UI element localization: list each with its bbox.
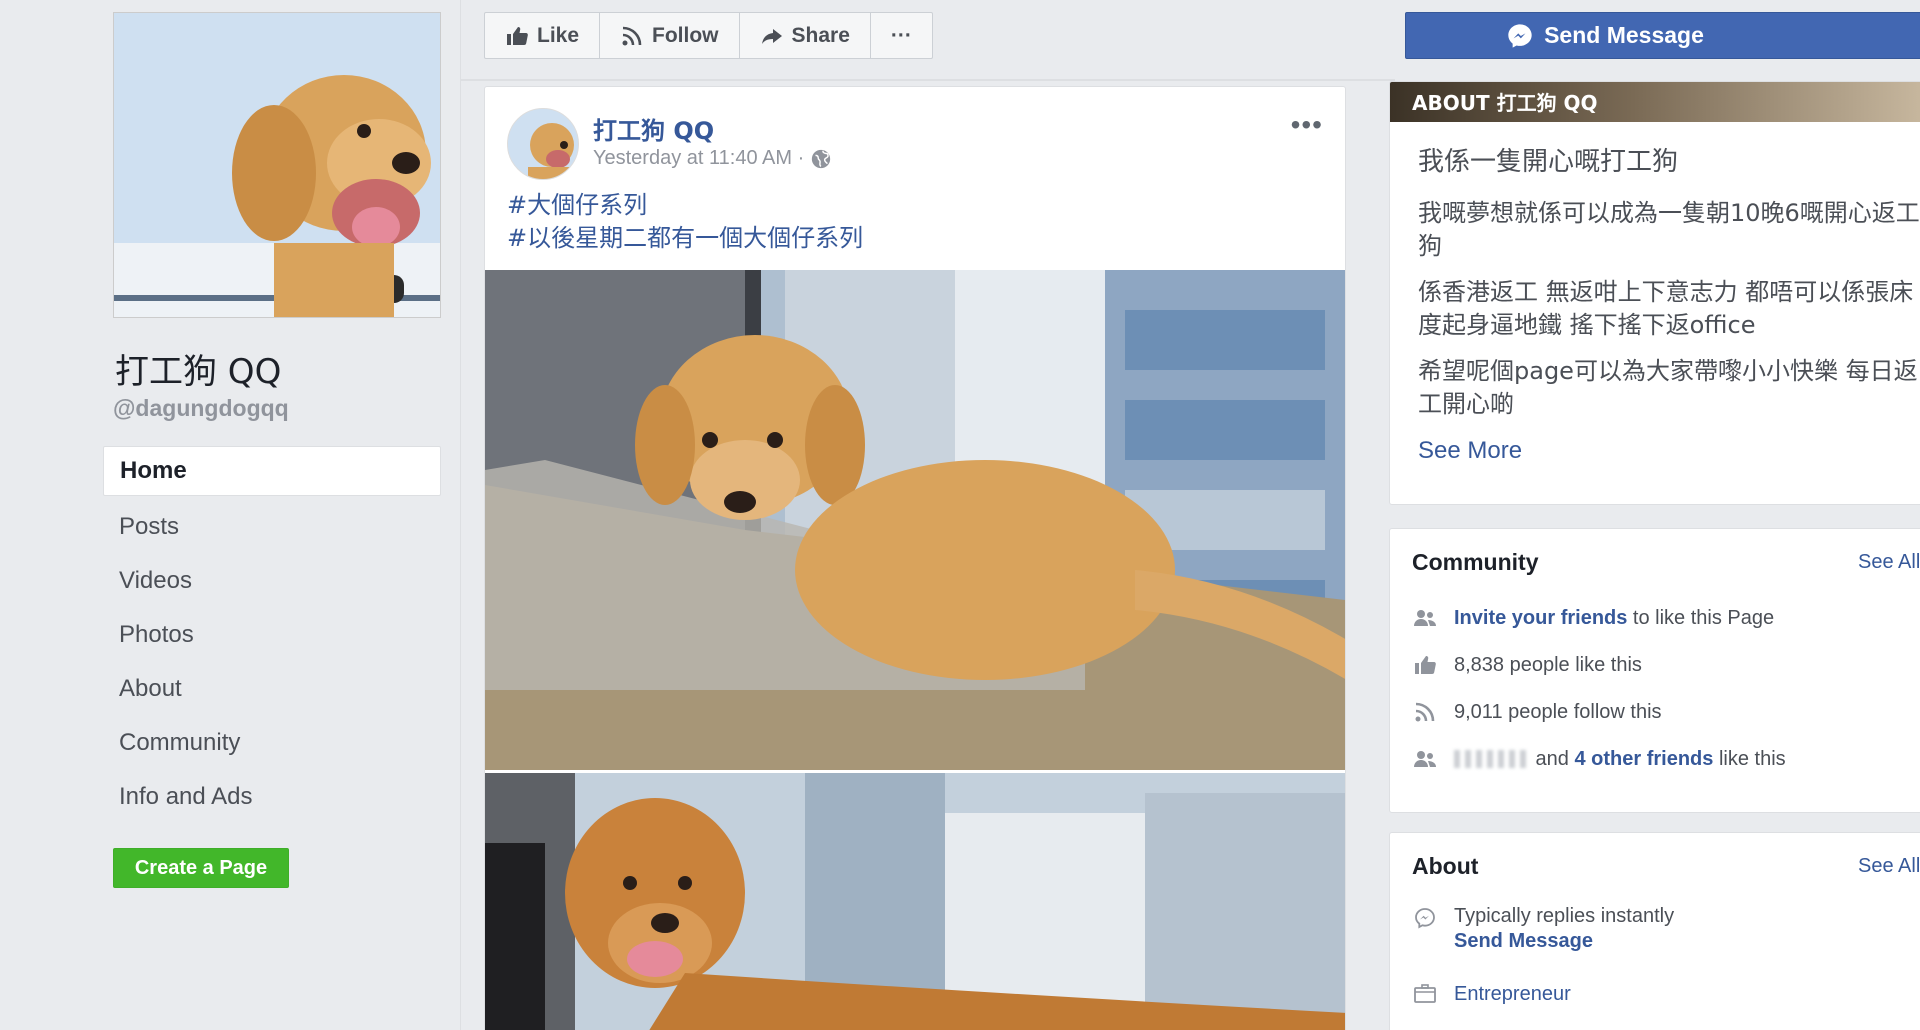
left-sidebar: 打工狗 QQ @dagungdogqq Home Posts Videos Ph… [0, 0, 460, 1030]
invite-friends-row: Invite your friends to like this Page [1412, 605, 1774, 631]
share-button[interactable]: Share [740, 13, 871, 58]
about-description: 我係一隻開心嘅打工狗 我嘅夢想就係可以成為一隻朝10晚6嘅開心返工狗 係香港返工… [1418, 146, 1920, 467]
thumbs-up-icon [1412, 652, 1438, 678]
category-link[interactable]: Entrepreneur [1454, 983, 1571, 1006]
post-author-avatar[interactable] [507, 108, 579, 180]
friends-like-text: and 4 other friends like this [1454, 748, 1786, 771]
nav-item-videos[interactable]: Videos [103, 554, 441, 608]
page-nav: Home Posts Videos Photos About Community… [103, 446, 441, 824]
other-friends-link[interactable]: 4 other friends [1574, 748, 1713, 770]
briefcase-icon [1412, 981, 1438, 1007]
follow-button[interactable]: Follow [600, 13, 740, 58]
about-header: ABOUT 打工狗 QQ [1412, 90, 1598, 115]
see-more-link[interactable]: See More [1418, 434, 1920, 467]
share-arrow-icon [761, 28, 782, 44]
about-send-message-link[interactable]: Send Message [1454, 930, 1674, 953]
like-button[interactable]: Like [485, 13, 601, 58]
community-title: Community [1412, 549, 1539, 575]
follows-row: 9,011 people follow this [1412, 699, 1662, 725]
nav-item-info-and-ads[interactable]: Info and Ads [103, 770, 441, 824]
more-options-button[interactable]: ··· [871, 13, 932, 58]
globe-icon [812, 149, 831, 168]
post-timestamp[interactable]: Yesterday at 11:40 AM · [593, 147, 832, 170]
about-paragraph: 我嘅夢想就係可以成為一隻朝10晚6嘅開心返工狗 [1418, 199, 1920, 260]
about-headline: 我係一隻開心嘅打工狗 [1418, 147, 1679, 177]
post-author-name[interactable]: 打工狗 QQ [593, 111, 714, 146]
likes-row: 8,838 people like this [1412, 652, 1642, 678]
puppy-photo [114, 13, 440, 317]
friends-rest: like this [1713, 747, 1786, 770]
send-message-label: Send Message [1544, 22, 1704, 48]
share-label: Share [791, 23, 850, 47]
post-photo[interactable] [485, 270, 1345, 770]
invite-friends-link[interactable]: Invite your friends [1454, 607, 1627, 629]
replies-text-block: Typically replies instantly Send Message [1454, 905, 1674, 953]
nav-item-posts[interactable]: Posts [103, 500, 441, 554]
people-icon [1412, 605, 1438, 631]
more-label: ··· [890, 23, 912, 47]
puppy-on-windowsill-photo [485, 270, 1345, 770]
people-icon [1412, 746, 1438, 772]
post-time-text: Yesterday at 11:40 AM · [593, 147, 805, 169]
about-see-all-link[interactable]: See All [1858, 855, 1920, 878]
post-photo[interactable] [485, 773, 1345, 1030]
blurred-friend-name [1454, 750, 1526, 769]
thumbs-up-icon [507, 26, 528, 45]
nav-item-home[interactable]: Home [103, 446, 441, 496]
post-card: 打工狗 QQ Yesterday at 11:40 AM · ••• #大個仔系… [484, 86, 1346, 1030]
page-action-bar: Like Follow Share ··· [484, 12, 933, 59]
messenger-icon [1508, 23, 1532, 48]
nav-item-photos[interactable]: Photos [103, 608, 441, 662]
nav-item-about[interactable]: About [103, 662, 441, 716]
about-title: About [1412, 853, 1479, 879]
messenger-outline-icon [1412, 905, 1438, 931]
post-options-menu[interactable]: ••• [1291, 109, 1323, 141]
likes-count[interactable]: 8,838 people like this [1454, 654, 1642, 677]
avatar-image [508, 109, 578, 179]
friends-and: and [1530, 747, 1575, 770]
follows-count[interactable]: 9,011 people follow this [1454, 701, 1662, 724]
hashtag-link[interactable]: #以後星期二都有一個大個仔系列 [507, 222, 863, 255]
about-paragraph: 係香港返工 無返咁上下意志力 都唔可以係張床度起身逼地鐵 搖下搖下返office [1418, 278, 1914, 339]
about-card: About See All Typically replies instantl… [1389, 832, 1920, 1030]
nav-item-community[interactable]: Community [103, 716, 441, 770]
send-message-button[interactable]: Send Message [1405, 12, 1920, 59]
community-card: Community See All Invite your friends to… [1389, 528, 1920, 813]
profile-picture[interactable] [113, 12, 441, 318]
create-page-button[interactable]: Create a Page [113, 848, 289, 888]
follow-label: Follow [652, 23, 719, 47]
page-handle[interactable]: @dagungdogqq [113, 395, 289, 422]
page-name[interactable]: 打工狗 QQ [115, 344, 281, 393]
like-label: Like [537, 23, 580, 47]
friends-like-row: and 4 other friends like this [1412, 746, 1786, 772]
column-divider [460, 0, 461, 1030]
replies-status: Typically replies instantly [1454, 905, 1675, 927]
dog-at-window-photo [485, 773, 1345, 1030]
hashtag-link[interactable]: #大個仔系列 [507, 189, 863, 222]
post-text: #大個仔系列 #以後星期二都有一個大個仔系列 [507, 189, 863, 255]
replies-row: Typically replies instantly Send Message [1412, 905, 1674, 953]
rss-icon [1412, 699, 1438, 725]
invite-text: Invite your friends to like this Page [1454, 607, 1774, 630]
about-paragraph: 希望呢個page可以為大家帶嚟小小快樂 每日返工開心啲 [1418, 357, 1918, 418]
community-see-all-link[interactable]: See All [1858, 551, 1920, 574]
invite-rest: to like this Page [1627, 606, 1775, 629]
category-row: Entrepreneur [1412, 981, 1571, 1007]
rss-icon [622, 26, 642, 45]
header-divider [460, 79, 1395, 81]
facebook-page: 打工狗 QQ @dagungdogqq Home Posts Videos Ph… [0, 0, 1920, 1030]
about-summary-card: ABOUT 打工狗 QQ 我係一隻開心嘅打工狗 我嘅夢想就係可以成為一隻朝10晚… [1389, 81, 1920, 505]
